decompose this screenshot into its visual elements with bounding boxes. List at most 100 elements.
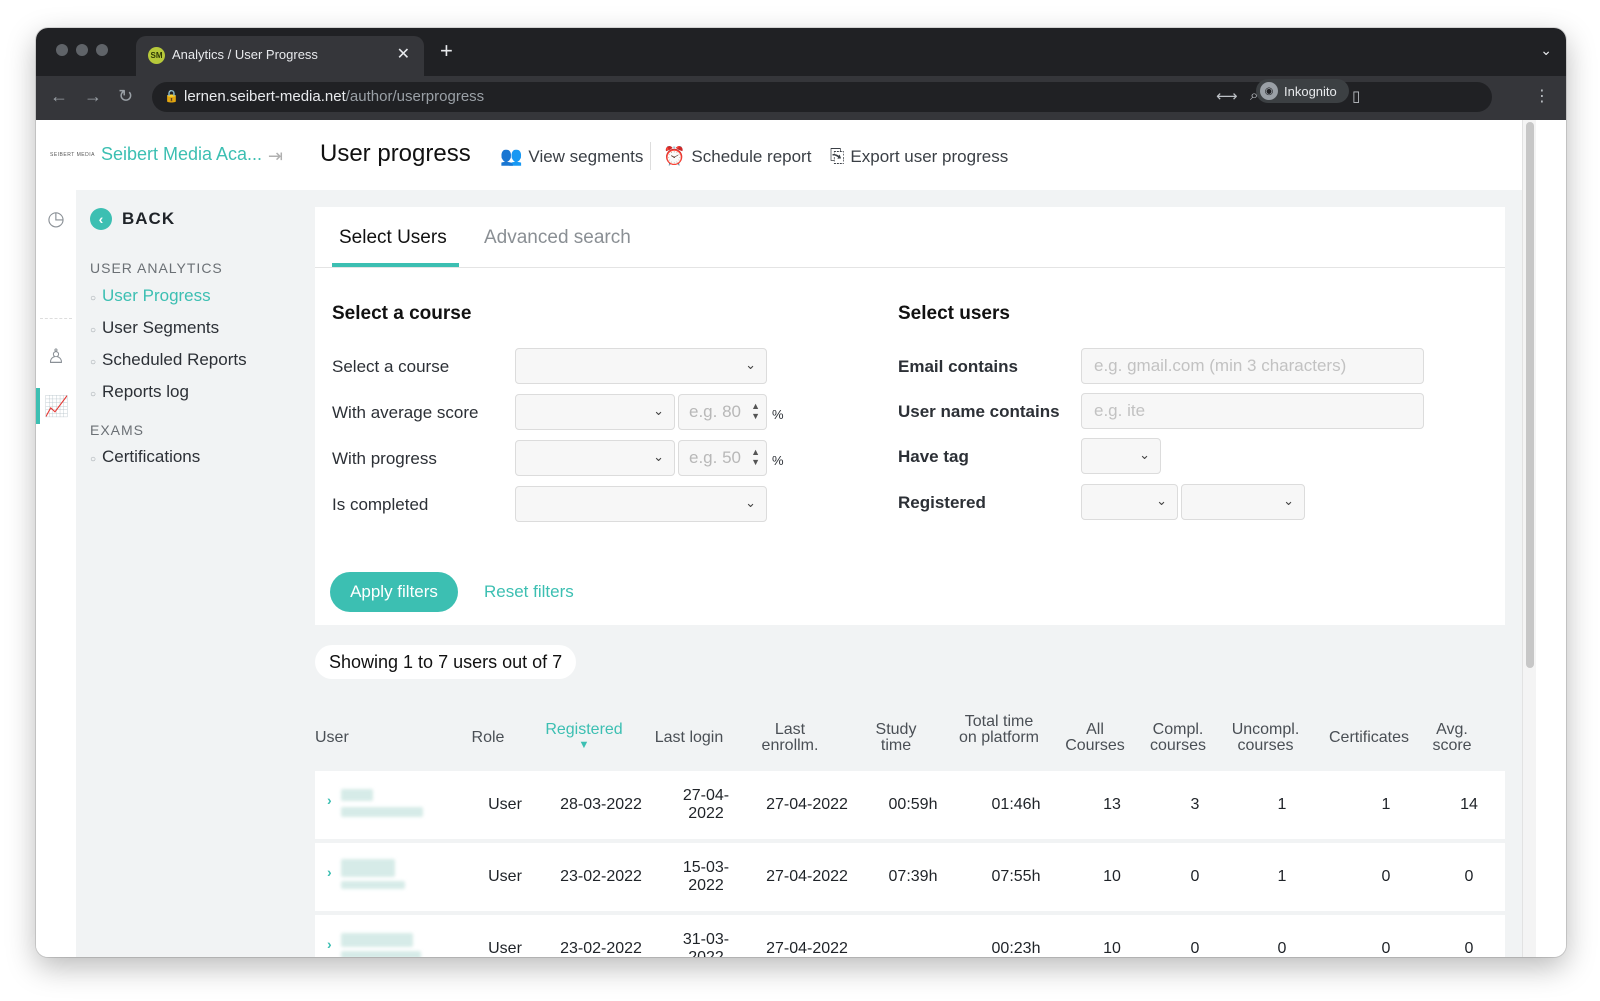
schedule-report-button[interactable]: ⏰ Schedule report bbox=[663, 146, 811, 167]
column-header-total-time[interactable]: Total time on platform bbox=[954, 714, 1044, 746]
column-header-registered[interactable]: Registered ▼ bbox=[534, 722, 634, 752]
user-email-redacted bbox=[341, 807, 423, 817]
email-contains-label: Email contains bbox=[898, 357, 1018, 376]
nav-section-user-analytics: USER ANALYTICS bbox=[90, 260, 223, 276]
cell-last-login: 31-03-2022 bbox=[682, 931, 730, 957]
tag-select[interactable]: ⌄ bbox=[1081, 438, 1161, 474]
user-name-redacted[interactable] bbox=[341, 789, 373, 801]
browser-toolbar: ← → ↻ 🔒 lernen.seibert-media.net/author/… bbox=[36, 76, 1566, 120]
page-title: User progress bbox=[320, 140, 471, 167]
cell-role: User bbox=[488, 940, 522, 957]
chevron-down-icon: ⌄ bbox=[653, 449, 664, 464]
reload-icon[interactable]: ↻ bbox=[118, 86, 133, 107]
sidebar-item-user-segments[interactable]: ○ User Segments bbox=[90, 318, 219, 338]
cell-avg-score: 0 bbox=[1464, 868, 1474, 885]
tab-advanced-search[interactable]: Advanced search bbox=[484, 227, 631, 249]
column-header-role[interactable]: Role bbox=[458, 730, 518, 746]
progress-operator-select[interactable]: ⌄ bbox=[515, 440, 675, 476]
avg-score-input[interactable]: e.g. 80 ▲ ▼ bbox=[678, 394, 767, 430]
bullet-icon: ○ bbox=[90, 357, 97, 368]
registered-operator-select[interactable]: ⌄ bbox=[1081, 484, 1178, 520]
speedometer-icon[interactable]: ◷ bbox=[44, 206, 68, 230]
cell-registered: 28-03-2022 bbox=[560, 796, 642, 813]
chevron-right-icon[interactable]: › bbox=[327, 792, 332, 808]
progress-input[interactable]: e.g. 50 ▲ ▼ bbox=[678, 440, 767, 476]
more-menu-icon[interactable]: ⋮ bbox=[1534, 86, 1550, 106]
side-panel-icon[interactable]: ▯ bbox=[1352, 87, 1360, 105]
spinner-icon[interactable]: ▲ ▼ bbox=[751, 447, 760, 467]
new-tab-icon[interactable]: + bbox=[440, 38, 453, 64]
user-email-redacted bbox=[341, 881, 405, 889]
table-row[interactable]: › User 28-03-2022 27-04-2022 27-04-2022 … bbox=[315, 771, 1505, 839]
view-segments-button[interactable]: 👥 View segments bbox=[500, 146, 643, 167]
table-row[interactable]: › User 23-02-2022 31-03-2022 27-04-2022 … bbox=[315, 915, 1505, 957]
incognito-badge[interactable]: ◉ Inkognito bbox=[1256, 79, 1349, 103]
reset-filters-link[interactable]: Reset filters bbox=[484, 582, 574, 602]
analytics-chart-icon[interactable]: 📈 bbox=[44, 394, 69, 418]
back-button[interactable]: ‹ BACK bbox=[90, 208, 175, 230]
brand-logo: SEIBERT MEDIA bbox=[50, 151, 95, 158]
minimize-window-dot[interactable] bbox=[76, 44, 88, 56]
user-email-redacted bbox=[341, 951, 421, 957]
logout-icon[interactable]: ⇥ bbox=[268, 146, 283, 167]
cell-study-time: 07:39h bbox=[888, 868, 938, 885]
chevron-right-icon[interactable]: › bbox=[327, 936, 332, 952]
email-field[interactable]: e.g. gmail.com (min 3 characters) bbox=[1081, 348, 1424, 384]
select-users-section-title: Select users bbox=[898, 303, 1010, 324]
user-icon[interactable]: ♙ bbox=[44, 344, 68, 368]
chevron-down-icon: ⌄ bbox=[745, 357, 756, 372]
back-arrow-icon[interactable]: ← bbox=[50, 86, 68, 107]
header-divider bbox=[650, 142, 651, 170]
close-window-dot[interactable] bbox=[56, 44, 68, 56]
avg-score-operator-select[interactable]: ⌄ bbox=[515, 394, 675, 430]
spinner-icon[interactable]: ▲ ▼ bbox=[751, 401, 760, 421]
sidebar-item-reports-log[interactable]: ○ Reports log bbox=[90, 382, 189, 402]
forward-arrow-icon[interactable]: → bbox=[84, 86, 102, 107]
lock-icon[interactable]: 🔒 bbox=[164, 89, 179, 103]
table-row[interactable]: › User 23-02-2022 15-03-2022 27-04-2022 … bbox=[315, 843, 1505, 911]
cell-uncompleted-courses: 1 bbox=[1277, 796, 1287, 813]
cell-last-login: 27-04-2022 bbox=[682, 787, 730, 822]
column-header-last-enrollment[interactable]: Last enrollm. bbox=[750, 722, 830, 754]
cell-uncompleted-courses: 1 bbox=[1277, 868, 1287, 885]
sidebar-item-certifications[interactable]: ○ Certifications bbox=[90, 447, 200, 467]
column-header-completed-courses[interactable]: Compl. courses bbox=[1143, 722, 1213, 754]
cell-total-time: 07:55h bbox=[991, 868, 1041, 885]
translate-icon[interactable]: ⟷ bbox=[1216, 87, 1238, 105]
course-select[interactable]: ⌄ bbox=[515, 348, 767, 384]
column-header-uncompleted-courses[interactable]: Uncompl. courses bbox=[1223, 722, 1308, 754]
sidebar-item-scheduled-reports[interactable]: ○ Scheduled Reports bbox=[90, 350, 247, 370]
chevron-right-icon[interactable]: › bbox=[327, 864, 332, 880]
progress-label: With progress bbox=[332, 449, 437, 468]
tab-select-users[interactable]: Select Users bbox=[339, 227, 447, 249]
export-user-progress-button[interactable]: ⎘ Export user progress bbox=[830, 146, 1008, 167]
is-completed-select[interactable]: ⌄ bbox=[515, 486, 767, 522]
chevron-down-icon: ⌄ bbox=[1139, 447, 1150, 462]
column-header-user[interactable]: User bbox=[315, 730, 375, 746]
column-header-avg-score[interactable]: Avg. score bbox=[1422, 722, 1482, 754]
tab-title: Analytics / User Progress bbox=[172, 47, 318, 62]
zoom-window-dot[interactable] bbox=[96, 44, 108, 56]
user-name-redacted[interactable] bbox=[341, 859, 395, 877]
chevron-down-icon: ⌄ bbox=[653, 403, 664, 418]
brand[interactable]: SEIBERT MEDIA Seibert Media Aca... bbox=[50, 144, 262, 165]
url-text[interactable]: lernen.seibert-media.net/author/userprog… bbox=[184, 88, 484, 105]
user-name-redacted[interactable] bbox=[341, 933, 413, 947]
tab-search-chevron-icon[interactable]: ⌄ bbox=[1540, 42, 1552, 59]
column-header-certificates[interactable]: Certificates bbox=[1319, 730, 1419, 746]
nav-section-exams: EXAMS bbox=[90, 422, 145, 438]
have-tag-label: Have tag bbox=[898, 447, 969, 466]
back-label: BACK bbox=[122, 209, 176, 228]
username-field[interactable]: e.g. ite bbox=[1081, 393, 1424, 429]
apply-filters-button[interactable]: Apply filters bbox=[330, 572, 458, 612]
column-header-all-courses[interactable]: All Courses bbox=[1058, 722, 1132, 754]
column-header-study-time[interactable]: Study time bbox=[866, 722, 926, 754]
scrollbar-thumb[interactable] bbox=[1526, 122, 1534, 668]
cell-uncompleted-courses: 0 bbox=[1277, 940, 1287, 957]
browser-tab[interactable]: SM Analytics / User Progress ✕ bbox=[136, 36, 424, 76]
column-header-last-login[interactable]: Last login bbox=[644, 730, 734, 746]
close-tab-icon[interactable]: ✕ bbox=[397, 44, 410, 64]
page-scrollbar[interactable] bbox=[1522, 120, 1537, 957]
sidebar-item-user-progress[interactable]: ○ User Progress bbox=[90, 286, 211, 306]
registered-period-select[interactable]: ⌄ bbox=[1181, 484, 1305, 520]
